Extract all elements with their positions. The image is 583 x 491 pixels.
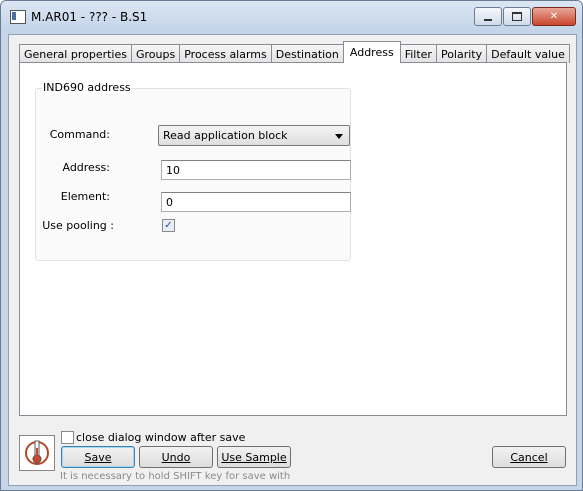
title-bar[interactable]: M.AR01 - ??? - B.S1 ✕	[1, 1, 582, 33]
thermometer-icon	[19, 435, 55, 471]
address-input[interactable]	[161, 160, 351, 180]
tab-process-alarms[interactable]: Process alarms	[179, 44, 272, 63]
minimize-button[interactable]	[474, 7, 502, 26]
tab-strip: General properties Groups Process alarms…	[19, 41, 570, 63]
use-sample-button[interactable]: Use Sample	[217, 446, 291, 468]
check-icon: ✓	[164, 220, 173, 231]
use-pooling-checkbox[interactable]: ✓	[162, 219, 175, 232]
group-title: IND690 address	[42, 81, 132, 94]
maximize-icon	[512, 12, 522, 21]
tab-general-properties[interactable]: General properties	[19, 44, 132, 63]
close-after-save-checkbox[interactable]	[61, 431, 74, 444]
command-select[interactable]: Read application block	[158, 125, 350, 146]
tab-filter[interactable]: Filter	[399, 44, 437, 63]
dialog-window: M.AR01 - ??? - B.S1 ✕ General properties…	[0, 0, 583, 491]
command-select-value: Read application block	[163, 129, 288, 142]
address-tab-page: Command: Read application block Address:…	[19, 62, 567, 416]
window-title: M.AR01 - ??? - B.S1	[31, 10, 148, 24]
app-icon	[10, 10, 26, 24]
close-icon: ✕	[549, 11, 559, 22]
tab-destination[interactable]: Destination	[270, 44, 344, 63]
element-input[interactable]	[161, 192, 351, 212]
maximize-button[interactable]	[503, 7, 531, 26]
window-controls: ✕	[473, 7, 576, 26]
close-button[interactable]: ✕	[532, 7, 576, 26]
tab-default-value[interactable]: Default value	[486, 44, 570, 63]
close-after-save-label: close dialog window after save	[76, 431, 246, 444]
undo-button[interactable]: Undo	[139, 446, 213, 468]
shift-hint: It is necessary to hold SHIFT key for sa…	[60, 471, 291, 482]
address-label: Address:	[62, 161, 110, 174]
tab-groups[interactable]: Groups	[130, 44, 181, 63]
use-pooling-label: Use pooling :	[42, 219, 114, 232]
save-button[interactable]: Save	[61, 446, 135, 468]
chevron-down-icon	[335, 134, 343, 139]
tab-polarity[interactable]: Polarity	[435, 44, 488, 63]
dialog-client-area: General properties Groups Process alarms…	[8, 34, 577, 486]
ind690-address-group: Command: Read application block Address:…	[35, 88, 351, 261]
command-label: Command:	[49, 128, 110, 141]
cancel-button[interactable]: Cancel	[492, 446, 566, 468]
element-label: Element:	[60, 190, 110, 203]
minimize-icon	[484, 18, 492, 21]
tab-address[interactable]: Address	[342, 41, 401, 63]
